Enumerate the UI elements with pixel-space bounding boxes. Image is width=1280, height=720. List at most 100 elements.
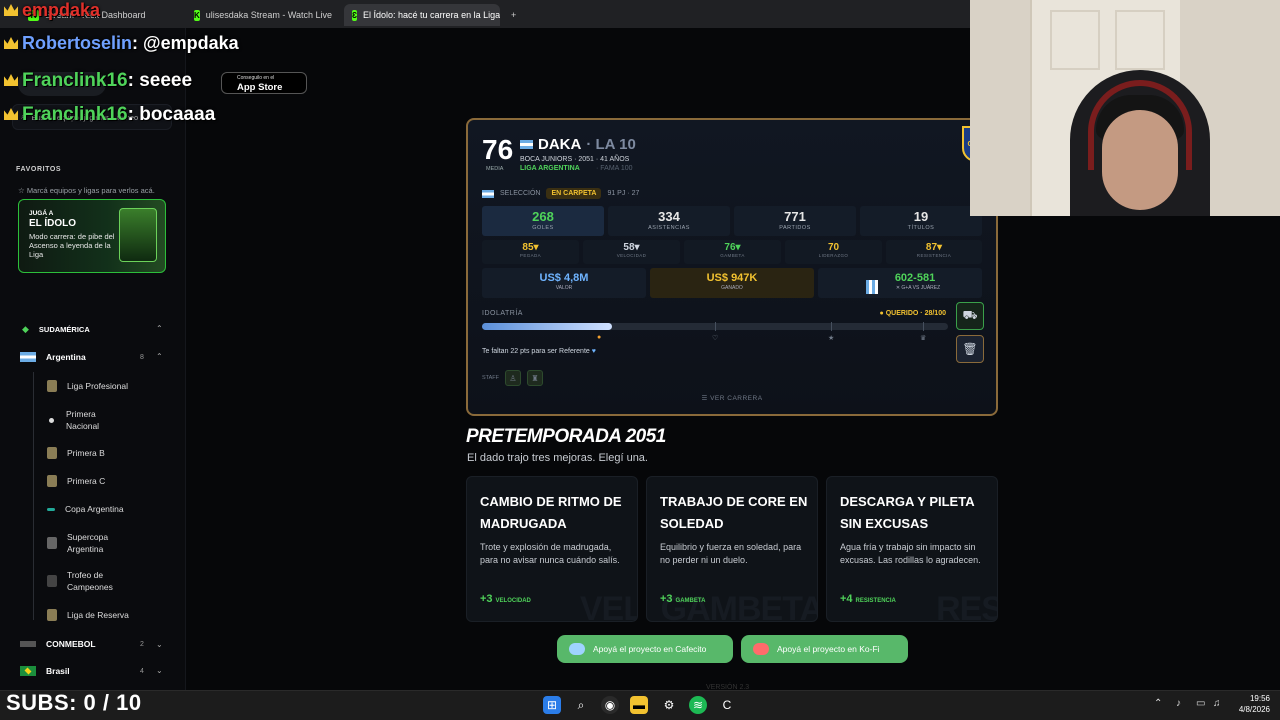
region-label: SUDAMÉRICA bbox=[38, 325, 90, 334]
chevron-up-icon[interactable]: ⌃ bbox=[1154, 698, 1162, 709]
money-label: GANADO bbox=[721, 285, 743, 291]
stat-partidos: 771 PARTIDOS bbox=[734, 206, 856, 236]
flame-icon: ● bbox=[597, 334, 602, 341]
chevron-down-icon[interactable]: ⌄ bbox=[156, 640, 163, 649]
attr-resistencia: 87▾ RESISTENCIA bbox=[886, 240, 982, 264]
count-badge: 2 bbox=[140, 641, 144, 648]
sidebar-league[interactable]: Copa Argentina bbox=[47, 504, 124, 514]
league-label: Supercopa Argentina bbox=[67, 532, 109, 554]
sidebar-league[interactable]: Primera Nacional bbox=[47, 408, 126, 432]
browser-tab-active[interactable]: Ɛ El Ídolo: hacé tu carrera en la Liga ✕ bbox=[344, 4, 500, 26]
sidebar-league[interactable]: Trofeo de Campeones bbox=[47, 569, 137, 593]
spotify-icon[interactable]: ≋ bbox=[689, 696, 707, 714]
location-icon: ◆ bbox=[22, 324, 29, 334]
league-icon bbox=[47, 609, 57, 621]
chrome-icon[interactable]: ◉ bbox=[601, 696, 619, 714]
sidebar-country-brasil[interactable]: Brasil bbox=[20, 666, 70, 676]
sidebar-league[interactable]: Primera C bbox=[47, 475, 105, 487]
trophy-icon[interactable]: ♜ bbox=[527, 370, 544, 386]
app-store-label: App Store bbox=[237, 82, 283, 93]
stat-titulos: 19 TÍTULOS bbox=[860, 206, 982, 236]
sidebar-league[interactable]: Liga de Reserva bbox=[47, 609, 129, 621]
sidebar-league[interactable]: Liga Profesional bbox=[47, 380, 128, 392]
league-label: Primera Nacional bbox=[66, 409, 100, 431]
cafecito-icon bbox=[569, 643, 585, 655]
sidebar-league[interactable]: Supercopa Argentina bbox=[47, 531, 137, 555]
choice-bonus: +3 GAMBETA bbox=[660, 593, 705, 605]
chevron-up-icon[interactable]: ⌃ bbox=[156, 352, 163, 361]
chat-text: : seeee bbox=[127, 70, 193, 91]
stat-label: ASISTENCIAS bbox=[648, 225, 690, 231]
league-label: Liga Profesional bbox=[67, 381, 128, 391]
choice-description: Agua fría y trabajo sin impacto sin excu… bbox=[840, 542, 981, 565]
bonus-value: +4 bbox=[840, 593, 853, 605]
choice-bonus: +4 RESISTENCIA bbox=[840, 593, 896, 605]
choice-card[interactable]: VEL CAMBIO DE RITMO DE MADRUGADA Trote y… bbox=[466, 476, 638, 622]
browser-tab[interactable]: K ulisesdaka Stream - Watch Live ✕ bbox=[186, 4, 342, 26]
chat-user: Robertoselin bbox=[22, 33, 133, 53]
ver-carrera-button[interactable]: ☰ VER CARRERA bbox=[468, 394, 996, 402]
coach-icon[interactable]: ♙ bbox=[505, 370, 522, 386]
league-label: Copa Argentina bbox=[65, 504, 124, 514]
player-league: LIGA ARGENTINA bbox=[520, 165, 580, 172]
argentina-flag-icon bbox=[20, 352, 36, 362]
league-icon bbox=[47, 537, 57, 549]
choice-description: Equilibrio y fuerza en soledad, para no … bbox=[660, 542, 802, 565]
attr-value: 70 bbox=[827, 242, 840, 253]
stat-asistencias: 334 ASISTENCIAS bbox=[608, 206, 730, 236]
tab-label: El Ídolo: hacé tu carrera en la Liga bbox=[363, 10, 500, 20]
stat-goles: 268 GOLES bbox=[482, 206, 604, 236]
stat-value: 268 bbox=[532, 209, 554, 224]
bar-tick bbox=[831, 322, 832, 331]
trash-icon[interactable]: 🗑 bbox=[956, 335, 984, 363]
choice-card[interactable]: RES DESCARGA Y PILETA SIN EXCUSAS Agua f… bbox=[826, 476, 998, 622]
conmebol-icon bbox=[20, 641, 36, 647]
app-icon[interactable]: C bbox=[718, 696, 736, 714]
sidebar-region-sudamerica[interactable]: ◆ SUDAMÉRICA bbox=[22, 324, 90, 335]
star-icon: ★ bbox=[828, 335, 835, 342]
conmebol-label: CONMEBOL bbox=[46, 639, 96, 649]
new-tab-button[interactable]: + bbox=[503, 4, 524, 26]
money-ganado: US$ 947K GANADO bbox=[650, 268, 814, 298]
seleccion-label: SELECCIÓN bbox=[500, 190, 541, 197]
seleccion-row: SELECCIÓN EN CARPETA 91 PJ · 27 bbox=[482, 188, 639, 199]
choice-card[interactable]: GAMBETA TRABAJO DE CORE EN SOLEDAD Equil… bbox=[646, 476, 818, 622]
stat-label: PARTIDOS bbox=[779, 225, 811, 231]
staff-row: STAFF ♙ ♜ bbox=[482, 370, 544, 386]
country-label: Brasil bbox=[46, 666, 70, 676]
crown-icon bbox=[4, 37, 18, 49]
chat-message: Robertoselin: @empdaka bbox=[4, 33, 239, 54]
crown-icon: ♛ bbox=[920, 335, 927, 342]
staff-label: STAFF bbox=[482, 375, 500, 381]
sidebar-conmebol[interactable]: CONMEBOL bbox=[20, 639, 96, 649]
choice-watermark: VEL bbox=[579, 590, 638, 622]
attr-value: 85▾ bbox=[522, 242, 539, 253]
mic-icon[interactable]: ♪ bbox=[1176, 698, 1181, 709]
kofi-icon bbox=[753, 643, 769, 655]
subs-goal: SUBS: 0 / 10 bbox=[6, 690, 142, 715]
attr-label: PEGADA bbox=[519, 253, 542, 258]
attr-label: GAMBETA bbox=[720, 253, 745, 258]
support-kofi-button[interactable]: Apoyá el proyecto en Ko-Fi bbox=[741, 635, 908, 663]
settings-icon[interactable]: ⚙ bbox=[660, 696, 678, 714]
tree-connector bbox=[33, 372, 34, 620]
chevron-up-icon[interactable]: ⌃ bbox=[156, 324, 163, 333]
seleccion-stats: 91 PJ · 27 bbox=[607, 190, 640, 197]
folder-icon[interactable]: ▬ bbox=[630, 696, 648, 714]
chevron-down-icon[interactable]: ⌄ bbox=[156, 666, 163, 675]
clock[interactable]: 19:56 4/8/2026 bbox=[1239, 693, 1270, 715]
sidebar-country-argentina[interactable]: Argentina bbox=[20, 352, 86, 362]
search-icon[interactable]: ⌕ bbox=[572, 696, 590, 714]
windows-start-icon[interactable]: ⊞ bbox=[543, 696, 561, 714]
sidebar-league[interactable]: Primera B bbox=[47, 447, 105, 459]
app-store-badge[interactable]: Conseguilo en el App Store bbox=[221, 72, 307, 94]
player-name: DAKA · LA 10 bbox=[520, 136, 636, 153]
cart-icon[interactable]: ⛟ bbox=[956, 302, 984, 330]
promo-el-idolo[interactable]: JUGÁ A EL ÍDOLO Modo carrera: de pibe de… bbox=[18, 199, 166, 273]
display-icon[interactable]: ▭ bbox=[1196, 698, 1205, 709]
door-panel bbox=[1050, 10, 1100, 70]
volume-icon[interactable]: ♫ bbox=[1213, 698, 1221, 709]
favorites-hint-text: Marcá equipos y ligas para verlos acá. bbox=[26, 186, 155, 195]
support-cafecito-button[interactable]: Apoyá el proyecto en Cafecito bbox=[557, 635, 733, 663]
league-label: Primera B bbox=[67, 448, 105, 458]
